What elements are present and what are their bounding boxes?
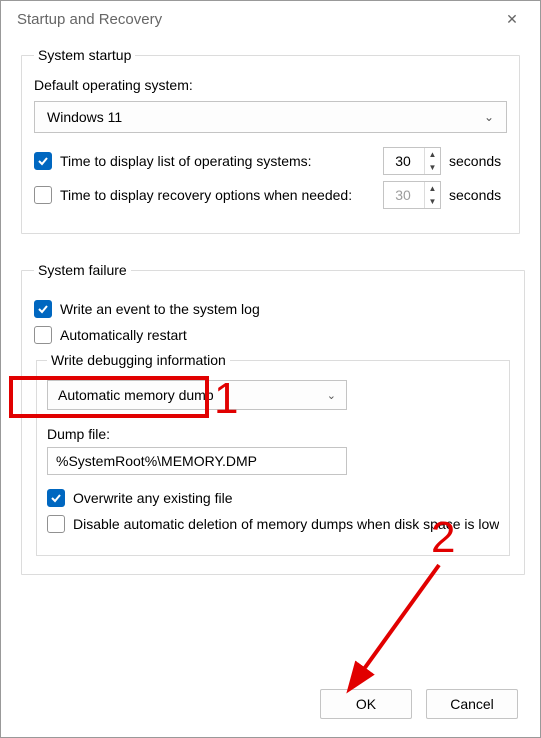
default-os-value: Windows 11: [47, 109, 122, 125]
write-event-row: Write an event to the system log: [34, 300, 512, 318]
dump-type-select[interactable]: Automatic memory dump ⌄: [47, 380, 347, 410]
system-failure-group: System failure Write an event to the sys…: [21, 262, 525, 575]
system-startup-legend: System startup: [34, 47, 135, 63]
overwrite-checkbox[interactable]: [47, 489, 65, 507]
spinner-down-icon[interactable]: ▼: [425, 161, 440, 174]
display-os-spinner[interactable]: 30 ▲ ▼: [383, 147, 441, 175]
display-recovery-value: 30: [384, 182, 424, 208]
write-debug-info-group: Write debugging information Automatic me…: [36, 352, 510, 556]
spinner-up-icon[interactable]: ▲: [425, 148, 440, 161]
display-recovery-label: Time to display recovery options when ne…: [60, 187, 375, 203]
dialog-content: System startup Default operating system:…: [1, 37, 540, 575]
dialog-buttons: OK Cancel: [320, 689, 518, 719]
display-os-value: 30: [384, 148, 424, 174]
dump-file-value: %SystemRoot%\MEMORY.DMP: [56, 453, 257, 469]
write-event-label: Write an event to the system log: [60, 301, 260, 317]
dump-file-label: Dump file:: [47, 426, 499, 442]
dump-file-input[interactable]: %SystemRoot%\MEMORY.DMP: [47, 447, 347, 475]
write-debug-info-legend: Write debugging information: [47, 352, 230, 368]
dump-type-value: Automatic memory dump: [58, 387, 214, 403]
system-failure-legend: System failure: [34, 262, 131, 278]
overwrite-label: Overwrite any existing file: [73, 490, 233, 506]
default-os-select[interactable]: Windows 11 ⌄: [34, 101, 507, 133]
write-event-checkbox[interactable]: [34, 300, 52, 318]
display-os-label: Time to display list of operating system…: [60, 153, 375, 169]
display-os-checkbox[interactable]: [34, 152, 52, 170]
annotation-arrow: [331, 557, 461, 707]
dialog-title: Startup and Recovery: [13, 11, 496, 28]
disable-auto-delete-label: Disable automatic deletion of memory dum…: [73, 516, 499, 532]
disable-auto-delete-checkbox[interactable]: [47, 515, 65, 533]
display-recovery-suffix: seconds: [449, 187, 507, 203]
disable-auto-delete-row: Disable automatic deletion of memory dum…: [47, 515, 499, 533]
spinner-down-icon[interactable]: ▼: [425, 195, 440, 208]
overwrite-row: Overwrite any existing file: [47, 489, 499, 507]
auto-restart-checkbox[interactable]: [34, 326, 52, 344]
startup-recovery-dialog: Startup and Recovery ✕ System startup De…: [0, 0, 541, 738]
system-startup-group: System startup Default operating system:…: [21, 47, 520, 234]
close-button[interactable]: ✕: [496, 11, 528, 28]
display-recovery-checkbox[interactable]: [34, 186, 52, 204]
spinner-up-icon[interactable]: ▲: [425, 182, 440, 195]
chevron-down-icon: ⌄: [484, 110, 494, 124]
auto-restart-row: Automatically restart: [34, 326, 512, 344]
cancel-button[interactable]: Cancel: [426, 689, 518, 719]
display-recovery-row: Time to display recovery options when ne…: [34, 181, 507, 209]
close-icon: ✕: [506, 11, 518, 27]
chevron-down-icon: ⌄: [327, 389, 336, 402]
display-os-row: Time to display list of operating system…: [34, 147, 507, 175]
default-os-label: Default operating system:: [34, 77, 507, 93]
auto-restart-label: Automatically restart: [60, 327, 187, 343]
ok-button[interactable]: OK: [320, 689, 412, 719]
display-os-suffix: seconds: [449, 153, 507, 169]
title-bar: Startup and Recovery ✕: [1, 1, 540, 37]
display-recovery-spinner[interactable]: 30 ▲ ▼: [383, 181, 441, 209]
